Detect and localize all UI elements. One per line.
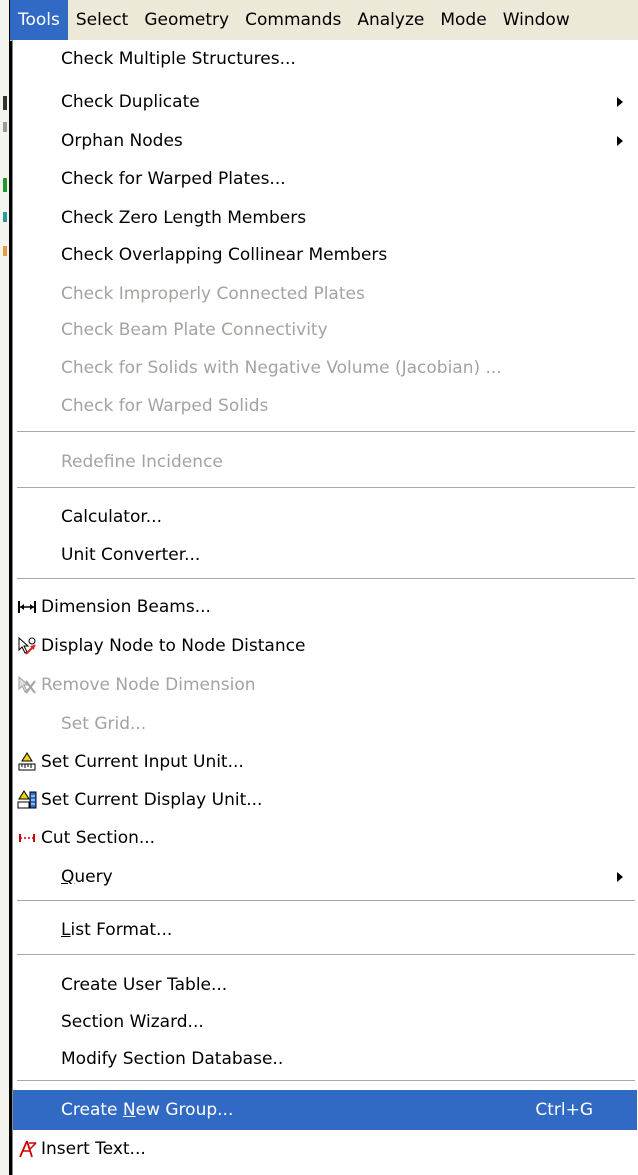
edge-mark	[3, 96, 7, 110]
menu-item-label: Check Improperly Connected Plates	[61, 284, 365, 304]
menu-item-label: Check Duplicate	[61, 92, 200, 112]
menu-geometry[interactable]: Geometry	[136, 0, 237, 40]
menu-item-label: Create User Table...	[61, 975, 228, 995]
menu-item-dimension-beams[interactable]: Dimension Beams...	[13, 590, 637, 624]
menu-item-redefine-incidence: Redefine Incidence	[13, 445, 637, 479]
menu-item-check-zero-length-members[interactable]: Check Zero Length Members	[13, 201, 637, 235]
menu-separator	[17, 578, 635, 579]
menu-item-label: Check Beam Plate Connectivity	[61, 320, 328, 340]
cut-section-icon	[19, 834, 35, 842]
menu-item-label: List Format...	[61, 920, 173, 940]
menu-select[interactable]: Select	[68, 0, 136, 40]
menu-separator	[17, 954, 635, 955]
menu-item-display-node-distance[interactable]: Display Node to Node Distance	[13, 629, 637, 663]
menu-item-label: Cut Section...	[41, 828, 156, 848]
menu-analyze[interactable]: Analyze	[349, 0, 432, 40]
menu-item-label: Modify Section Database..	[61, 1049, 284, 1069]
menu-item-check-improperly-connected-plates: Check Improperly Connected Plates	[13, 277, 637, 311]
menu-item-check-warped-solids: Check for Warped Solids	[13, 389, 637, 423]
menu-separator	[17, 487, 635, 488]
menu-window[interactable]: Window	[495, 0, 578, 40]
menu-item-set-current-input-unit[interactable]: Set Current Input Unit...	[13, 745, 637, 779]
menu-item-label: Set Grid...	[61, 714, 147, 734]
menu-item-label: Section Wizard...	[61, 1012, 204, 1032]
display-unit-icon	[17, 790, 37, 809]
menu-item-label: Set Current Input Unit...	[41, 752, 244, 772]
menu-mode[interactable]: Mode	[432, 0, 494, 40]
menu-item-calculator[interactable]: Calculator...	[13, 500, 637, 534]
edge-mark	[3, 178, 7, 192]
shortcut-label: Ctrl+G	[535, 1100, 593, 1120]
tools-dropdown-menu: Check Multiple Structures... Check Dupli…	[12, 40, 638, 1175]
menu-item-label: Check for Warped Solids	[61, 396, 269, 416]
menu-bar: Tools Select Geometry Commands Analyze M…	[10, 0, 638, 41]
menu-item-remove-node-dimension: Remove Node Dimension	[13, 668, 637, 702]
node-distance-icon	[18, 636, 36, 655]
menu-item-label: Set Current Display Unit...	[41, 790, 263, 810]
menu-item-check-multiple-structures[interactable]: Check Multiple Structures...	[13, 42, 637, 76]
menu-item-label: Check for Warped Plates...	[61, 169, 286, 189]
menu-item-label: Unit Converter...	[61, 545, 201, 565]
menu-item-set-grid: Set Grid...	[13, 707, 637, 741]
menu-item-modify-section-database[interactable]: Modify Section Database..	[13, 1042, 637, 1076]
menu-item-check-beam-plate-connectivity: Check Beam Plate Connectivity	[13, 313, 637, 347]
menu-separator	[17, 1080, 635, 1081]
edge-mark	[3, 122, 7, 132]
menu-item-unit-converter[interactable]: Unit Converter...	[13, 538, 637, 572]
menu-item-label: Redefine Incidence	[61, 452, 223, 472]
menu-separator	[17, 900, 635, 901]
menu-item-cut-section[interactable]: Cut Section...	[13, 821, 637, 855]
menu-item-label: Dimension Beams...	[41, 597, 211, 617]
edge-mark	[3, 212, 7, 222]
menu-item-check-duplicate[interactable]: Check Duplicate	[13, 85, 637, 119]
menu-item-label: Insert Text...	[41, 1139, 146, 1159]
menu-separator	[17, 431, 635, 432]
insert-text-icon	[19, 1140, 37, 1158]
menu-item-label: Check for Solids with Negative Volume (J…	[61, 358, 502, 378]
menu-item-check-warped-plates[interactable]: Check for Warped Plates...	[13, 162, 637, 196]
menu-item-orphan-nodes[interactable]: Orphan Nodes	[13, 124, 637, 158]
menu-item-check-solids-negative-volume: Check for Solids with Negative Volume (J…	[13, 351, 637, 385]
submenu-arrow-icon	[617, 97, 623, 107]
menu-item-create-new-group[interactable]: Create New Group... Ctrl+G	[13, 1090, 637, 1130]
menu-item-set-current-display-unit[interactable]: Set Current Display Unit...	[13, 783, 637, 817]
menu-item-label: Query	[61, 867, 113, 887]
menu-commands[interactable]: Commands	[237, 0, 349, 40]
menu-item-query[interactable]: Query	[13, 860, 637, 894]
menu-item-label: Create New Group...	[61, 1100, 234, 1120]
submenu-arrow-icon	[617, 136, 623, 146]
input-unit-icon	[18, 752, 36, 771]
menu-item-label: Orphan Nodes	[61, 131, 183, 151]
menu-item-label: Calculator...	[61, 507, 162, 527]
menu-item-label: Check Zero Length Members	[61, 208, 307, 228]
edge-mark	[3, 246, 7, 256]
menu-item-label: Check Multiple Structures...	[61, 49, 296, 69]
menu-item-label: Check Overlapping Collinear Members	[61, 245, 388, 265]
window-left-edge	[0, 0, 12, 1175]
menu-tools[interactable]: Tools	[10, 0, 68, 40]
menu-item-check-overlapping-collinear-members[interactable]: Check Overlapping Collinear Members	[13, 238, 637, 272]
menu-item-label: Remove Node Dimension	[41, 675, 256, 695]
menu-item-label: Display Node to Node Distance	[41, 636, 306, 656]
menu-item-list-format[interactable]: List Format...	[13, 913, 637, 947]
menu-item-insert-text[interactable]: Insert Text...	[13, 1132, 637, 1166]
remove-node-dimension-icon	[18, 675, 36, 694]
submenu-arrow-icon	[617, 872, 623, 882]
dimension-beams-icon	[18, 601, 36, 613]
menu-item-section-wizard[interactable]: Section Wizard...	[13, 1005, 637, 1039]
menu-item-create-user-table[interactable]: Create User Table...	[13, 968, 637, 1002]
